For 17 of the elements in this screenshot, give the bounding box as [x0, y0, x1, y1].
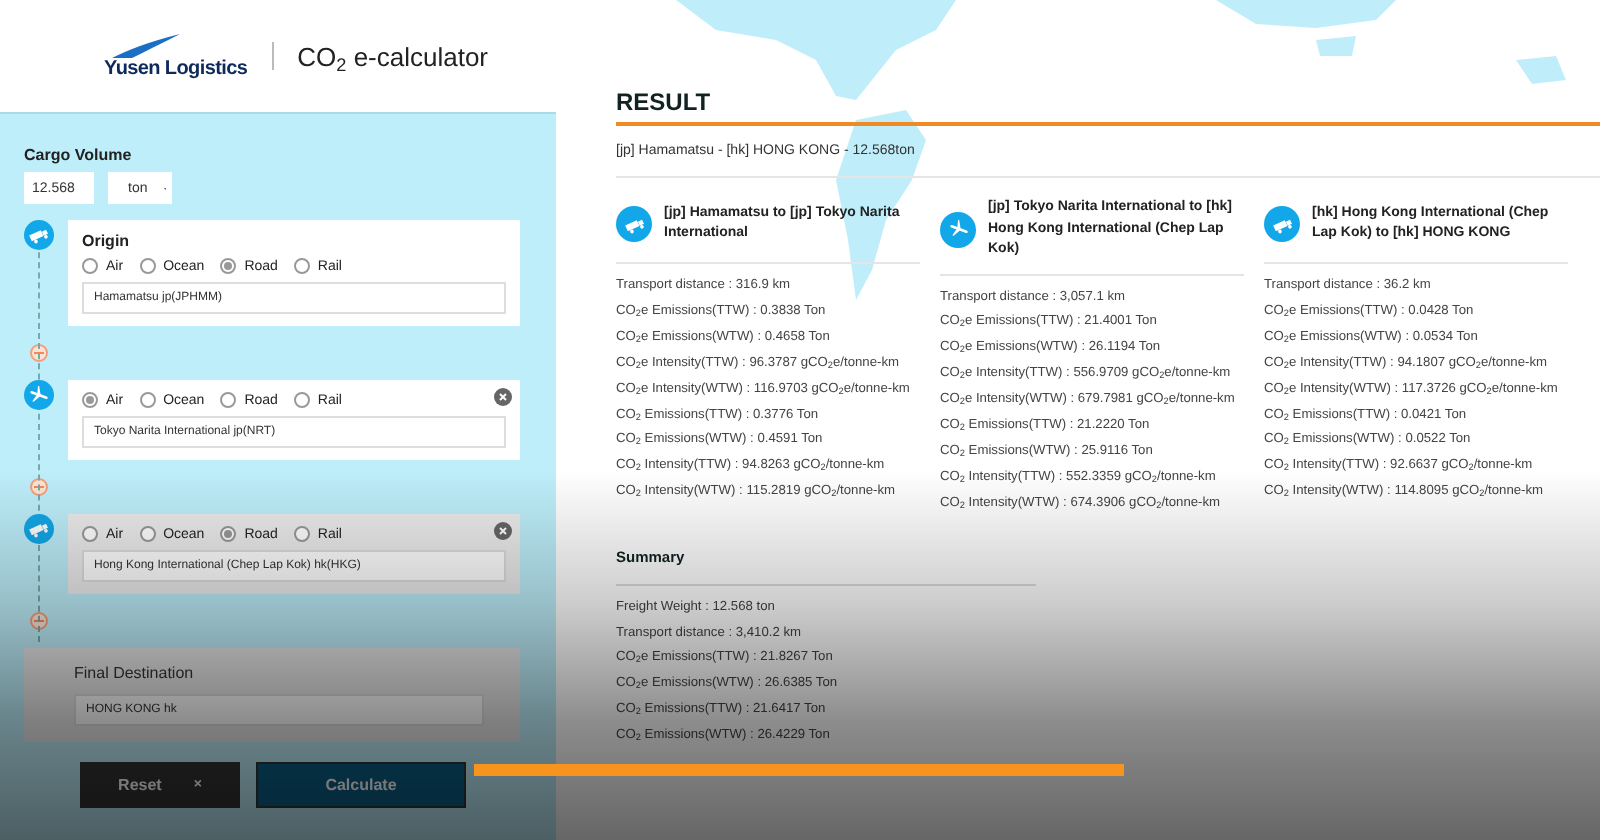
close-button[interactable]: [494, 522, 512, 540]
remove-stop-button[interactable]: [30, 344, 48, 362]
remove-stop-button[interactable]: [30, 478, 48, 496]
close-icon: [498, 392, 508, 402]
app-title: CO$_{2}$ e-calculator: [297, 41, 489, 71]
remove-stop-button[interactable]: [30, 612, 48, 630]
minus-icon: [34, 620, 44, 622]
close-button[interactable]: [494, 388, 512, 406]
segment-label: Origin: [82, 232, 132, 250]
minus-icon: [34, 352, 44, 354]
result-title: RESULT: [616, 88, 1600, 126]
company-logo-text: Yusen Logistics: [104, 57, 248, 79]
cargo-volume-label: Cargo Volume: [24, 146, 134, 164]
close-icon: [498, 526, 508, 536]
final-destination-label: Final Destination: [74, 664, 196, 682]
plane-icon: [947, 218, 969, 241]
minus-icon: [34, 486, 44, 488]
